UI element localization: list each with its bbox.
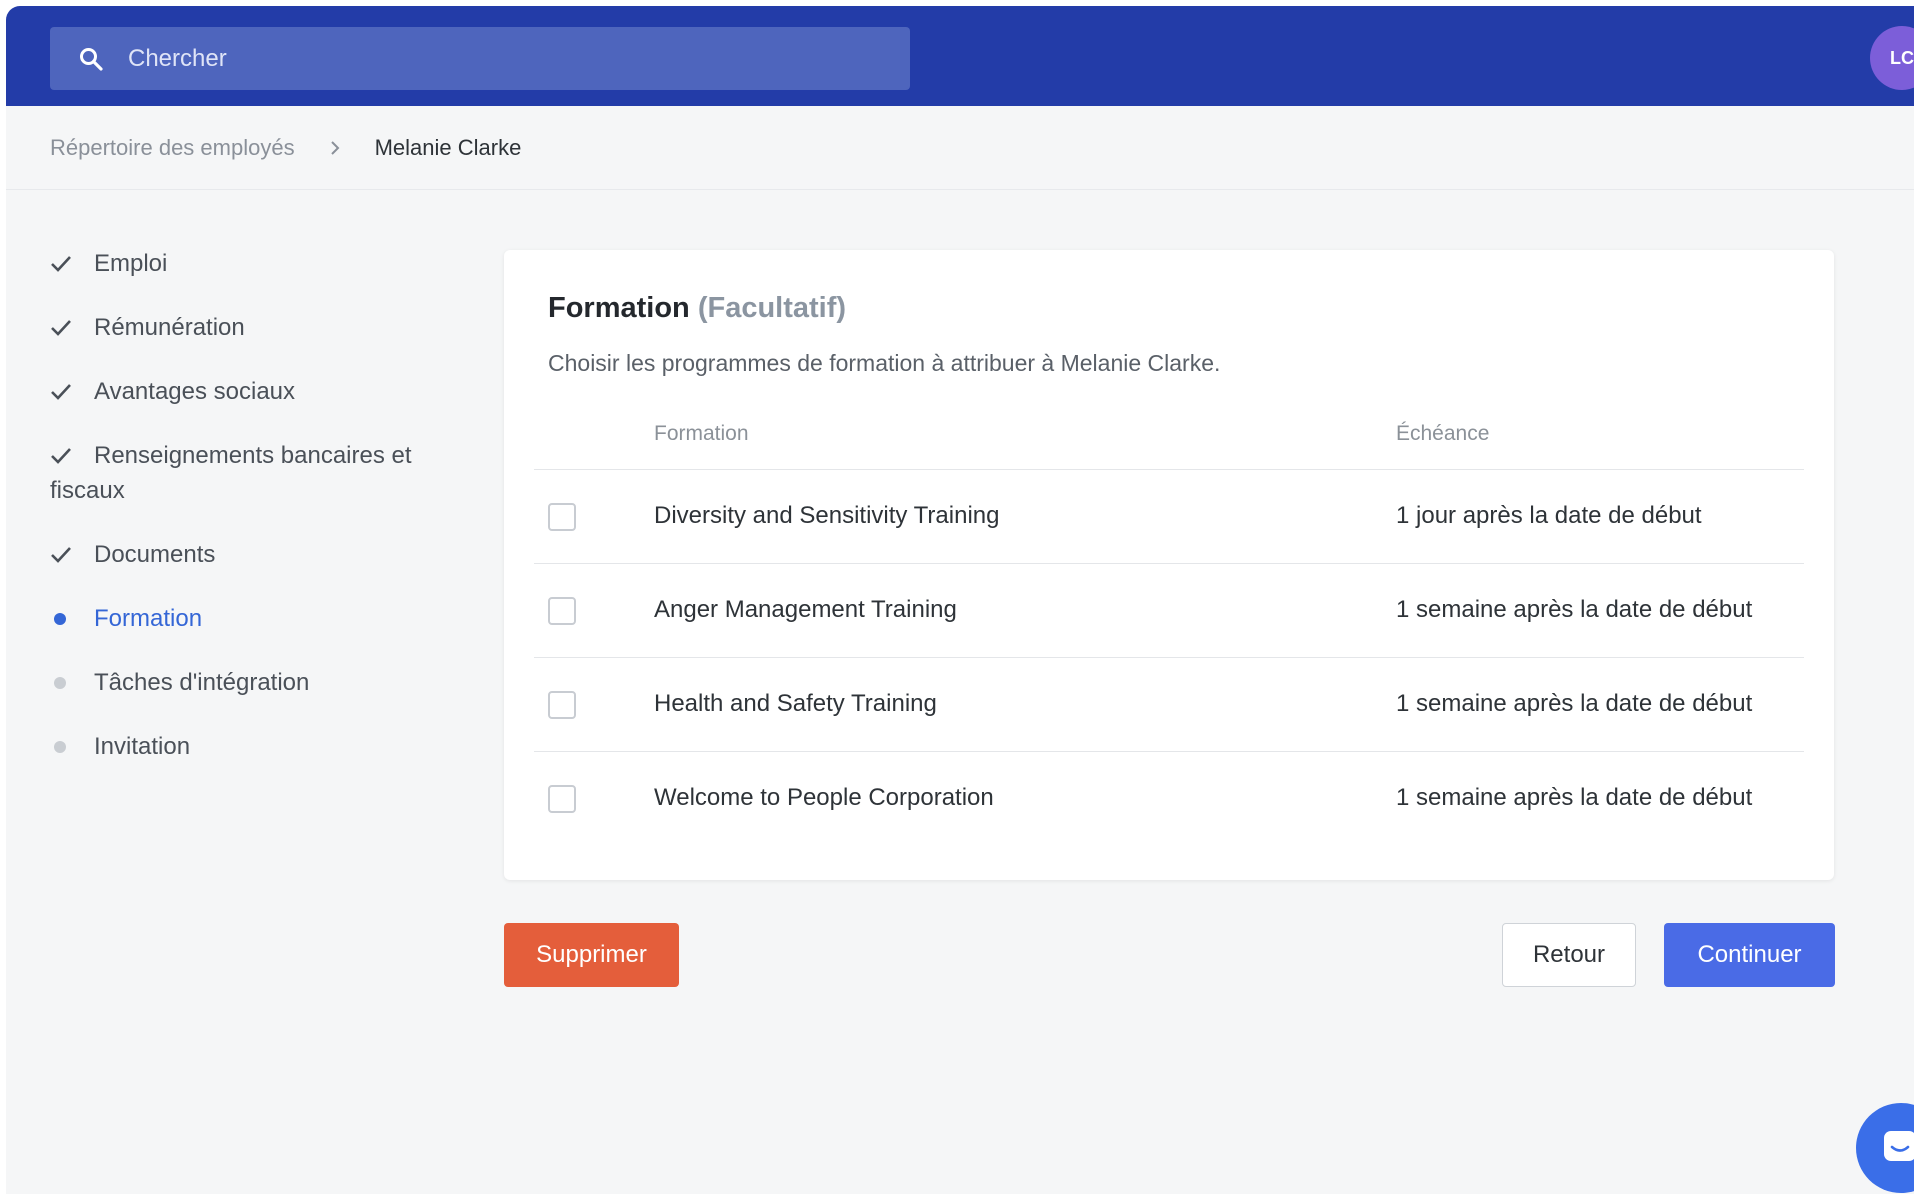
search-icon xyxy=(76,44,106,74)
table-row: Health and Safety Training 1 semaine apr… xyxy=(534,658,1804,752)
step-label: Documents xyxy=(94,541,216,568)
check-icon xyxy=(50,310,94,345)
user-avatar[interactable]: LC xyxy=(1870,26,1914,90)
continue-button[interactable]: Continuer xyxy=(1664,923,1835,987)
training-due: 1 semaine après la date de début xyxy=(1396,596,1753,623)
step-compensation[interactable]: Rémunération xyxy=(50,310,450,345)
step-label: Rémunération xyxy=(94,314,245,341)
chat-launcher[interactable] xyxy=(1856,1103,1914,1193)
check-icon xyxy=(50,374,94,409)
breadcrumb-current: Melanie Clarke xyxy=(374,134,522,160)
column-header-training: Formation xyxy=(654,422,749,445)
training-due: 1 semaine après la date de début xyxy=(1396,690,1753,717)
onboarding-steps: Emploi Rémunération Avantages sociaux Re… xyxy=(50,246,450,764)
delete-button[interactable]: Supprimer xyxy=(504,923,679,987)
chat-icon xyxy=(1880,1127,1914,1172)
step-label: Emploi xyxy=(94,250,168,277)
chevron-right-icon xyxy=(329,140,341,156)
training-checkbox[interactable] xyxy=(548,785,576,813)
pending-step-dot xyxy=(54,740,66,753)
training-due: 1 semaine après la date de début xyxy=(1396,784,1753,811)
step-employment[interactable]: Emploi xyxy=(50,246,450,281)
training-due: 1 jour après la date de début xyxy=(1396,502,1702,529)
optional-label: (Facultatif) xyxy=(697,292,847,324)
column-header-due: Échéance xyxy=(1396,422,1490,445)
pending-step-dot xyxy=(54,676,66,689)
check-icon xyxy=(50,537,94,572)
search-input[interactable]: Chercher xyxy=(128,45,227,73)
step-invitation[interactable]: Invitation xyxy=(50,729,450,764)
breadcrumb-employee-directory[interactable]: Répertoire des employés xyxy=(50,135,295,161)
search-bar[interactable]: Chercher xyxy=(50,27,910,90)
step-benefits[interactable]: Avantages sociaux xyxy=(50,374,450,409)
step-label: Avantages sociaux xyxy=(94,378,296,405)
step-label: Renseignements bancaires et fiscaux xyxy=(50,442,412,504)
check-icon xyxy=(50,438,94,473)
training-table: Formation Échéance Diversity and Sensiti… xyxy=(534,400,1804,846)
step-onboarding-tasks[interactable]: Tâches d'intégration xyxy=(50,665,450,700)
breadcrumb: Répertoire des employés Melanie Clarke xyxy=(6,106,1914,190)
card-title-text: Formation xyxy=(548,292,690,324)
check-icon xyxy=(50,246,94,281)
table-header: Formation Échéance xyxy=(534,400,1804,470)
training-checkbox[interactable] xyxy=(548,597,576,625)
training-name: Diversity and Sensitivity Training xyxy=(654,502,1000,529)
table-row: Welcome to People Corporation 1 semaine … xyxy=(534,752,1804,846)
training-name: Welcome to People Corporation xyxy=(654,784,994,811)
card-description: Choisir les programmes de formation à at… xyxy=(548,350,1221,376)
current-step-dot xyxy=(54,612,66,625)
back-button[interactable]: Retour xyxy=(1502,923,1636,987)
step-documents[interactable]: Documents xyxy=(50,537,450,572)
training-name: Health and Safety Training xyxy=(654,690,937,717)
training-card: Formation (Facultatif) Choisir les progr… xyxy=(504,250,1834,880)
card-title: Formation (Facultatif) xyxy=(548,292,846,325)
app-frame: Chercher LC Répertoire des employés Mela… xyxy=(6,6,1914,1194)
step-training[interactable]: Formation xyxy=(50,601,450,636)
step-banking-tax[interactable]: Renseignements bancaires et fiscaux xyxy=(50,438,450,508)
step-label: Tâches d'intégration xyxy=(94,669,310,696)
training-name: Anger Management Training xyxy=(654,596,957,623)
step-label: Invitation xyxy=(94,733,191,760)
training-checkbox[interactable] xyxy=(548,503,576,531)
table-row: Anger Management Training 1 semaine aprè… xyxy=(534,564,1804,658)
training-checkbox[interactable] xyxy=(548,691,576,719)
step-label: Formation xyxy=(94,605,203,632)
table-row: Diversity and Sensitivity Training 1 jou… xyxy=(534,470,1804,564)
top-bar: Chercher LC xyxy=(6,6,1914,106)
